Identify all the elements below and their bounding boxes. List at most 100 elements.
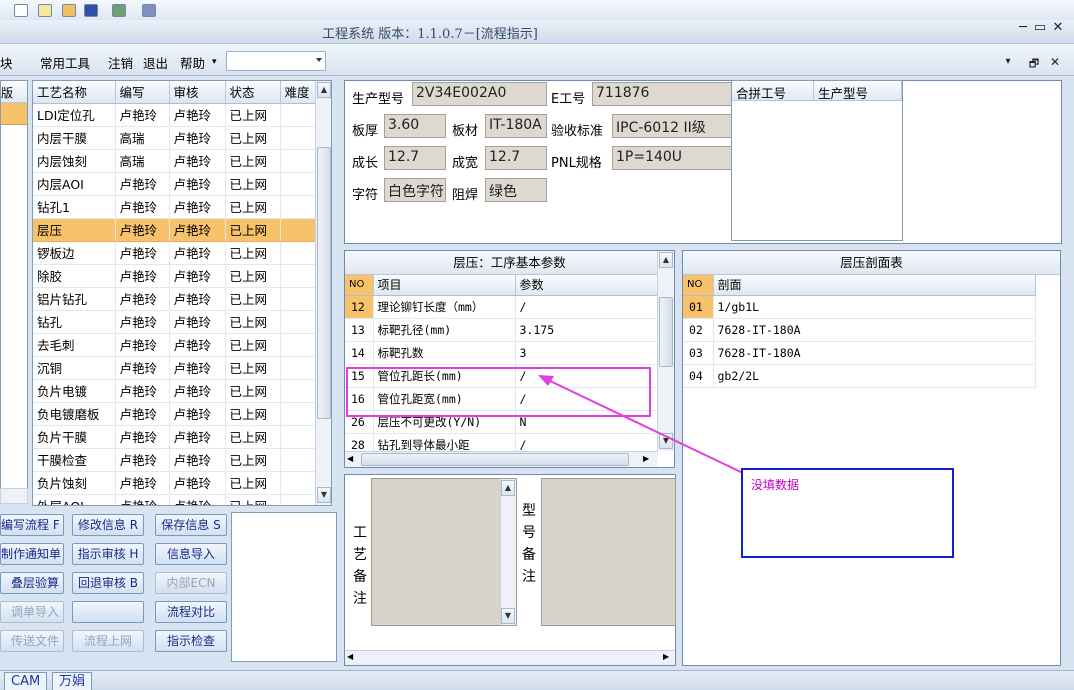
model-field[interactable]: 2V34E002A0 xyxy=(412,82,547,106)
table-row[interactable]: 锣板边 卢艳玲 卢艳玲 已上网 xyxy=(33,241,316,265)
table-row[interactable]: 内层AOI 卢艳玲 卢艳玲 已上网 xyxy=(33,172,316,196)
material-field[interactable]: IT-180A xyxy=(485,114,547,138)
new-icon[interactable] xyxy=(14,4,28,17)
menu-item-partial[interactable]: 块 xyxy=(0,53,13,72)
tools-icon[interactable] xyxy=(112,4,126,17)
table-row[interactable]: 沉铜 卢艳玲 卢艳玲 已上网 xyxy=(33,356,316,380)
table-row[interactable]: 去毛刺 卢艳玲 卢艳玲 已上网 xyxy=(33,333,316,357)
save-icon[interactable] xyxy=(84,4,98,17)
col-process-name[interactable]: 工艺名称 xyxy=(33,81,116,104)
internal-ecn-button[interactable]: 内部ECN xyxy=(155,572,227,594)
col-merge-no[interactable]: 合拼工号 xyxy=(732,81,814,101)
table-row[interactable]: 内层蚀刻 高瑞 卢艳玲 已上网 xyxy=(33,149,316,173)
process-note-textarea[interactable] xyxy=(371,478,517,626)
process-grid[interactable]: 工艺名称 编写 审核 状态 难度 LDI定位孔 卢艳玲 卢艳玲 已上网 内层干膜 高瑞 卢艳… xyxy=(32,80,332,506)
model-note-textarea[interactable] xyxy=(541,478,676,626)
col-merge-model[interactable]: 生产型号 xyxy=(814,81,902,101)
table-row[interactable]: 12 理论铆钉长度（mm） / xyxy=(345,295,658,319)
maximize-icon[interactable]: ▭ xyxy=(1032,20,1048,35)
scroll-down-icon[interactable]: ▼ xyxy=(317,487,331,503)
table-row[interactable]: 负电镀磨板 卢艳玲 卢艳玲 已上网 xyxy=(33,402,316,426)
length-field[interactable]: 12.7 xyxy=(384,146,446,170)
col-section[interactable]: 剖面 xyxy=(713,275,1036,296)
table-row[interactable]: 03 7628-IT-180A xyxy=(683,341,1036,365)
col-difficulty[interactable]: 难度 xyxy=(280,81,316,104)
chevron-down-icon[interactable]: ▾ xyxy=(212,57,217,67)
open-icon[interactable] xyxy=(38,4,52,17)
e-no-field[interactable]: 711876 xyxy=(592,82,735,106)
table-row[interactable]: 负片电镀 卢艳玲 卢艳玲 已上网 xyxy=(33,379,316,403)
table-row[interactable]: 钻孔1 卢艳玲 卢艳玲 已上网 xyxy=(33,195,316,219)
width-field[interactable]: 12.7 xyxy=(485,146,547,170)
blank-button[interactable] xyxy=(72,601,144,623)
mask-field[interactable]: 绿色 xyxy=(485,178,547,202)
standard-field[interactable]: IPC-6012 II级 xyxy=(612,114,732,138)
table-row[interactable]: 负片干膜 卢艳玲 卢艳玲 已上网 xyxy=(33,425,316,449)
table-row[interactable]: 02 7628-IT-180A xyxy=(683,318,1036,342)
menu-item-exit[interactable]: 退出 xyxy=(143,53,168,72)
scroll-right-icon[interactable]: ▶ xyxy=(663,652,669,661)
table-row[interactable]: 层压 卢艳玲 卢艳玲 已上网 xyxy=(33,218,316,242)
close-icon[interactable]: ✕ xyxy=(1050,20,1066,35)
menu-item-logout[interactable]: 注销 xyxy=(108,53,133,72)
status-tab-cam[interactable]: CAM xyxy=(4,672,48,690)
col-no[interactable]: NO xyxy=(345,275,374,296)
scroll-down-icon[interactable]: ▼ xyxy=(501,608,515,624)
process-note-vscrollbar[interactable]: ▲ ▼ xyxy=(500,479,516,625)
col-item[interactable]: 项目 xyxy=(373,275,516,296)
col-writer[interactable]: 编写 xyxy=(115,81,170,104)
scroll-thumb[interactable] xyxy=(317,147,331,419)
mdi-close-icon[interactable]: ✕ xyxy=(1047,55,1063,69)
col-no[interactable]: NO xyxy=(683,275,714,296)
table-row[interactable]: LDI定位孔 卢艳玲 卢艳玲 已上网 xyxy=(33,103,316,127)
status-tab-user[interactable]: 万娟 xyxy=(52,672,93,690)
scroll-up-icon[interactable]: ▲ xyxy=(501,480,515,496)
menu-item-help[interactable]: 帮助 xyxy=(180,53,205,72)
mdi-restore-icon[interactable]: 🗗 xyxy=(1026,55,1042,74)
return-review-button[interactable]: 回退审核 B xyxy=(72,572,144,594)
order-import-button[interactable]: 调单导入 xyxy=(0,601,64,623)
col-status[interactable]: 状态 xyxy=(225,81,281,104)
chevron-down-icon[interactable] xyxy=(316,58,322,62)
memo-hscrollbar[interactable]: ◀ ▶ xyxy=(345,650,675,665)
order-list-selected-row[interactable] xyxy=(1,103,27,125)
indicate-review-button[interactable]: 指示审核 H xyxy=(72,543,144,565)
order-list-hscrollbar[interactable] xyxy=(0,488,28,504)
info-import-button[interactable]: 信息导入 xyxy=(155,543,227,565)
table-row[interactable]: 14 标靶孔数 3 xyxy=(345,341,658,365)
chart-icon[interactable] xyxy=(62,4,76,17)
note-box[interactable] xyxy=(231,512,337,662)
scroll-thumb[interactable] xyxy=(659,297,673,367)
table-row[interactable]: 13 标靶孔径(mm) 3.175 xyxy=(345,318,658,342)
scroll-left-icon[interactable]: ◀ xyxy=(347,454,353,463)
scroll-left-icon[interactable]: ◀ xyxy=(347,652,353,661)
char-field[interactable]: 白色字符 xyxy=(384,178,446,202)
transfer-file-button[interactable]: 传送文件 xyxy=(0,630,64,652)
indicate-check-button[interactable]: 指示检查 xyxy=(155,630,227,652)
merge-grid[interactable]: 合拼工号 生产型号 xyxy=(731,80,903,241)
edit-flow-button[interactable]: 编写流程 F xyxy=(0,514,64,536)
order-list-partial[interactable]: 版 xyxy=(0,80,28,504)
minimize-icon[interactable]: ─ xyxy=(1015,20,1031,35)
table-row[interactable]: 内层干膜 高瑞 卢艳玲 已上网 xyxy=(33,126,316,150)
save-info-button[interactable]: 保存信息 S xyxy=(155,514,227,536)
pnl-field[interactable]: 1P=140U xyxy=(612,146,732,170)
flow-online-button[interactable]: 流程上网 xyxy=(72,630,144,652)
scroll-up-icon[interactable]: ▲ xyxy=(317,82,331,98)
modify-info-button[interactable]: 修改信息 R xyxy=(72,514,144,536)
table-row[interactable]: 除胶 卢艳玲 卢艳玲 已上网 xyxy=(33,264,316,288)
col-param[interactable]: 参数 xyxy=(515,275,658,296)
col-reviewer[interactable]: 审核 xyxy=(169,81,226,104)
flow-compare-button[interactable]: 流程对比 xyxy=(155,601,227,623)
table-row[interactable]: 干膜检查 卢艳玲 卢艳玲 已上网 xyxy=(33,448,316,472)
make-notice-button[interactable]: 制作通知单 xyxy=(0,543,64,565)
mdi-menu-icon[interactable]: ▾ xyxy=(1000,56,1016,67)
settings-icon[interactable] xyxy=(142,4,156,17)
scroll-up-icon[interactable]: ▲ xyxy=(659,252,673,268)
menu-combo-select[interactable] xyxy=(226,51,326,71)
table-row[interactable]: 铝片钻孔 卢艳玲 卢艳玲 已上网 xyxy=(33,287,316,311)
thickness-field[interactable]: 3.60 xyxy=(384,114,446,138)
table-row[interactable]: 钻孔 卢艳玲 卢艳玲 已上网 xyxy=(33,310,316,334)
menu-item-common-tools[interactable]: 常用工具 xyxy=(40,53,90,72)
table-row[interactable]: 01 1/gb1L xyxy=(683,295,1036,319)
